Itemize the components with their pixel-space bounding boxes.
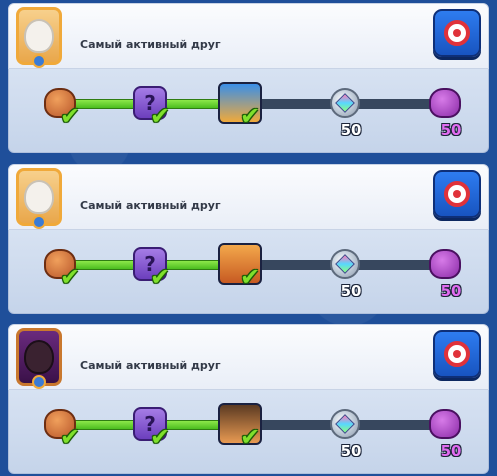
target-button[interactable] bbox=[433, 330, 481, 378]
avatar-face bbox=[24, 340, 54, 374]
reward-mystery-puzzle[interactable]: ? ✔ bbox=[128, 402, 172, 449]
card-header bbox=[8, 324, 489, 390]
reward-coin-bag[interactable]: ✔ bbox=[38, 242, 82, 289]
target-icon bbox=[444, 341, 470, 367]
reward-count: 50 bbox=[440, 282, 462, 300]
claimed-check-icon: ✔ bbox=[150, 263, 171, 291]
claimed-check-icon: ✔ bbox=[240, 423, 261, 451]
reward-purple-bag[interactable]: 50 bbox=[423, 402, 467, 460]
reward-mystery-puzzle[interactable]: ? ✔ bbox=[128, 81, 172, 128]
friend-card: Самый активный друг ✔ ? ✔ ✔ 50 50 bbox=[8, 324, 489, 474]
reward-count: 50 bbox=[440, 442, 462, 460]
reward-gem[interactable]: 50 bbox=[323, 81, 367, 139]
claimed-check-icon: ✔ bbox=[60, 102, 81, 130]
purple-bag-icon bbox=[429, 409, 461, 439]
target-icon bbox=[444, 181, 470, 207]
purple-bag-icon bbox=[429, 249, 461, 279]
reward-gem[interactable]: 50 bbox=[323, 402, 367, 460]
reward-pirate-card[interactable]: ✔ bbox=[218, 402, 262, 449]
avatar-badge bbox=[32, 215, 46, 229]
hero-portrait-icon[interactable] bbox=[16, 7, 62, 68]
reward-count: 50 bbox=[340, 282, 362, 300]
claimed-check-icon: ✔ bbox=[60, 263, 81, 291]
reward-coin-bag[interactable]: ✔ bbox=[38, 402, 82, 449]
avatar-badge bbox=[32, 375, 46, 389]
claimed-check-icon: ✔ bbox=[60, 423, 81, 451]
avatar-face bbox=[24, 180, 54, 214]
target-button[interactable] bbox=[433, 9, 481, 57]
reward-coin-bag[interactable]: ✔ bbox=[38, 81, 82, 128]
avatar-badge bbox=[32, 54, 46, 68]
reward-count: 50 bbox=[340, 121, 362, 139]
gem-icon bbox=[330, 249, 360, 279]
reward-purple-bag[interactable]: 50 bbox=[423, 242, 467, 300]
reward-fist-card[interactable]: ✔ bbox=[218, 242, 262, 289]
target-icon bbox=[444, 20, 470, 46]
friend-name: Самый активный друг bbox=[80, 38, 221, 51]
reward-gem[interactable]: 50 bbox=[323, 242, 367, 300]
reward-mystery-puzzle[interactable]: ? ✔ bbox=[128, 242, 172, 289]
claimed-check-icon: ✔ bbox=[240, 263, 261, 291]
reward-count: 50 bbox=[440, 121, 462, 139]
gem-icon bbox=[330, 409, 360, 439]
claimed-check-icon: ✔ bbox=[150, 102, 171, 130]
card-header bbox=[8, 164, 489, 230]
friend-name: Самый активный друг bbox=[80, 359, 221, 372]
gem-icon bbox=[330, 88, 360, 118]
reward-hero-card[interactable]: ✔ bbox=[218, 81, 262, 128]
bat-portrait-icon[interactable] bbox=[16, 328, 62, 389]
hero-portrait-icon[interactable] bbox=[16, 168, 62, 229]
reward-purple-bag[interactable]: 50 bbox=[423, 81, 467, 139]
purple-bag-icon bbox=[429, 88, 461, 118]
claimed-check-icon: ✔ bbox=[150, 423, 171, 451]
friend-card: Самый активный друг ✔ ? ✔ ✔ 50 50 bbox=[8, 3, 489, 153]
friend-card: Самый активный друг ✔ ? ✔ ✔ 50 50 bbox=[8, 164, 489, 314]
claimed-check-icon: ✔ bbox=[240, 102, 261, 130]
avatar-face bbox=[24, 19, 54, 53]
target-button[interactable] bbox=[433, 170, 481, 218]
friend-name: Самый активный друг bbox=[80, 199, 221, 212]
card-header bbox=[8, 3, 489, 69]
reward-count: 50 bbox=[340, 442, 362, 460]
